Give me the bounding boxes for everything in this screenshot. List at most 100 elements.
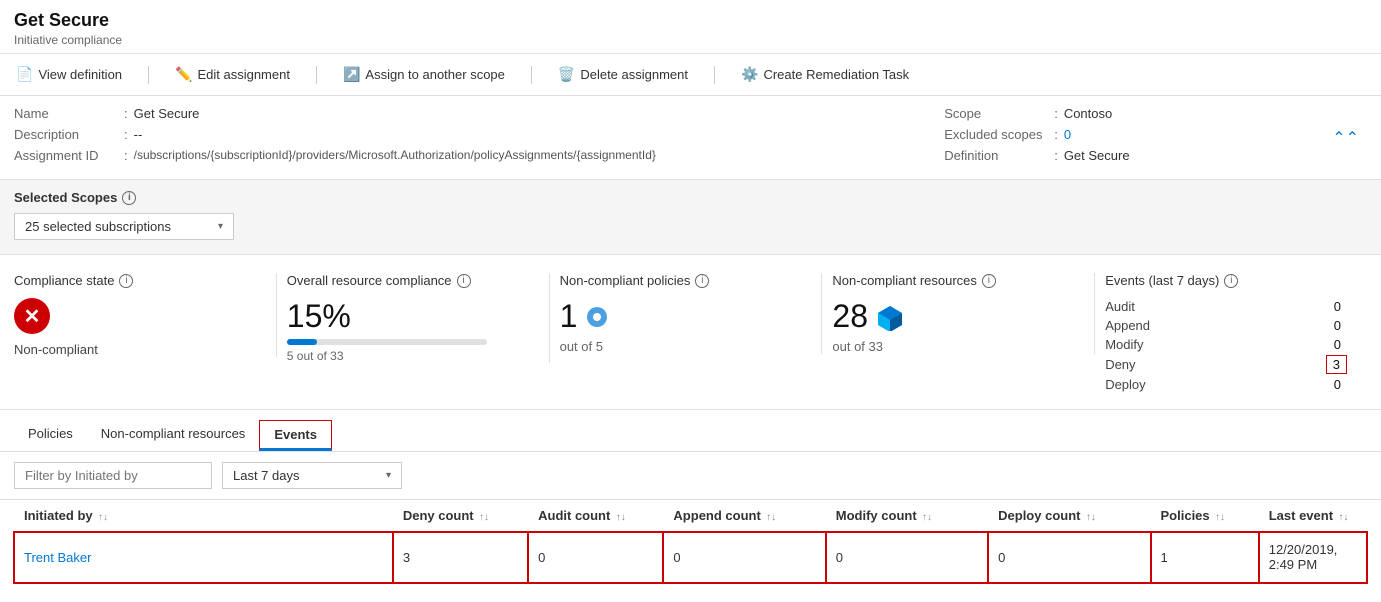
meta-desc-label: Description [14, 127, 124, 142]
col-header-policies[interactable]: Policies ↑↓ [1151, 500, 1259, 532]
policies-count: 1 [560, 298, 578, 335]
table-header-row: Initiated by ↑↓ Deny count ↑↓ Audit coun… [14, 500, 1367, 532]
policies-out-of: out of 5 [560, 339, 802, 354]
meta-desc-row: Description : -- [14, 127, 944, 142]
cell-initiated-by: Trent Baker [14, 532, 393, 583]
meta-assignid-value: /subscriptions/{subscriptionId}/provider… [134, 148, 656, 162]
sort-modify-icon: ↑↓ [922, 512, 932, 523]
resource-cube-icon [876, 303, 904, 331]
compliance-section: Compliance state i ✕ Non-compliant Overa… [0, 255, 1381, 410]
initiated-by-link[interactable]: Trent Baker [24, 550, 91, 565]
delete-assignment-button[interactable]: 🗑️ Delete assignment [556, 62, 690, 87]
progress-fill [287, 339, 317, 345]
edit-assignment-button[interactable]: ✏️ Edit assignment [173, 62, 292, 87]
event-deny-count: 3 [1326, 355, 1347, 374]
scopes-label: Selected Scopes i [14, 190, 1367, 205]
col-header-deny-count[interactable]: Deny count ↑↓ [393, 500, 528, 532]
sort-policies-icon: ↑↓ [1215, 512, 1225, 523]
event-modify-row: Modify 0 [1105, 336, 1347, 353]
time-filter-chevron-icon: ▾ [386, 470, 391, 481]
sort-last-icon: ↑↓ [1338, 512, 1348, 523]
col-header-deploy-count[interactable]: Deploy count ↑↓ [988, 500, 1150, 532]
table-row: Trent Baker 3 0 0 0 0 1 12/20/2019, 2:49… [14, 532, 1367, 583]
overall-percent: 15% [287, 298, 529, 335]
sort-initiated-icon: ↑↓ [98, 512, 108, 523]
time-filter-dropdown[interactable]: Last 7 days ▾ [222, 462, 402, 489]
document-icon: 📄 [16, 66, 33, 83]
resources-count: 28 [832, 298, 868, 335]
event-modify-count: 0 [1328, 336, 1347, 353]
resources-out-of: out of 33 [832, 339, 1074, 354]
meta-name-row: Name : Get Secure [14, 106, 944, 121]
cell-modify-count: 0 [826, 532, 988, 583]
metadata-left: Name : Get Secure Description : -- Assig… [14, 106, 944, 169]
meta-scope-row: Scope : Contoso [944, 106, 1324, 121]
events-block: Events (last 7 days) i Audit 0 Append 0 … [1095, 273, 1367, 395]
meta-name-value: Get Secure [134, 106, 200, 121]
tab-policies[interactable]: Policies [14, 420, 87, 451]
policy-count-display: 1 [560, 298, 802, 335]
compliance-state-title: Compliance state i [14, 273, 256, 288]
toolbar-divider-3 [531, 66, 532, 84]
page-header: Get Secure Initiative compliance [0, 0, 1381, 54]
cell-deploy-count: 0 [988, 532, 1150, 583]
col-header-audit-count[interactable]: Audit count ↑↓ [528, 500, 663, 532]
event-audit-label: Audit [1105, 299, 1165, 314]
col-header-last-event[interactable]: Last event ↑↓ [1259, 500, 1367, 532]
event-deny-label: Deny [1105, 357, 1165, 372]
scopes-section: Selected Scopes i 25 selected subscripti… [0, 180, 1381, 255]
col-header-modify-count[interactable]: Modify count ↑↓ [826, 500, 988, 532]
resource-count-display: 28 [832, 298, 1074, 335]
filter-section: Last 7 days ▾ [0, 452, 1381, 500]
assign-scope-button[interactable]: ↗️ Assign to another scope [341, 62, 507, 87]
create-remediation-button[interactable]: ⚙️ Create Remediation Task [739, 62, 911, 87]
view-definition-button[interactable]: 📄 View definition [14, 62, 124, 87]
non-compliant-resources-title: Non-compliant resources i [832, 273, 1074, 288]
event-audit-count: 0 [1328, 298, 1347, 315]
event-append-row: Append 0 [1105, 317, 1347, 334]
event-deny-row: Deny 3 [1105, 355, 1347, 374]
scopes-dropdown-value: 25 selected subscriptions [25, 219, 171, 234]
cell-policies: 1 [1151, 532, 1259, 583]
meta-desc-value: -- [134, 127, 143, 142]
policies-info-icon: i [695, 274, 709, 288]
policy-icon [585, 305, 609, 329]
tab-events[interactable]: Events [259, 420, 332, 451]
remediation-icon: ⚙️ [741, 66, 758, 83]
compliance-state-value: Non-compliant [14, 342, 256, 357]
col-header-append-count[interactable]: Append count ↑↓ [663, 500, 825, 532]
sort-deploy-icon: ↑↓ [1086, 512, 1096, 523]
meta-name-label: Name [14, 106, 124, 121]
meta-scope-value: Contoso [1064, 106, 1112, 121]
meta-definition-row: Definition : Get Secure [944, 148, 1324, 163]
resources-info-icon: i [982, 274, 996, 288]
cell-audit-count: 0 [528, 532, 663, 583]
events-info-icon: i [1224, 274, 1238, 288]
delete-icon: 🗑️ [558, 66, 575, 83]
meta-excluded-row: Excluded scopes : 0 [944, 127, 1324, 142]
meta-definition-value: Get Secure [1064, 148, 1130, 163]
scopes-chevron-icon: ▾ [218, 221, 223, 232]
event-deploy-label: Deploy [1105, 377, 1165, 392]
meta-assignid-label: Assignment ID [14, 148, 124, 163]
filter-input[interactable] [14, 462, 212, 489]
non-compliant-icon: ✕ [14, 298, 50, 334]
metadata-section: Name : Get Secure Description : -- Assig… [0, 96, 1381, 180]
scopes-dropdown[interactable]: 25 selected subscriptions ▾ [14, 213, 234, 240]
events-title: Events (last 7 days) i [1105, 273, 1347, 288]
meta-excluded-value[interactable]: 0 [1064, 127, 1071, 142]
page-title: Get Secure [14, 10, 1367, 31]
event-append-count: 0 [1328, 317, 1347, 334]
col-header-initiated-by[interactable]: Initiated by ↑↓ [14, 500, 393, 532]
overall-info-icon: i [457, 274, 471, 288]
collapse-button[interactable]: ⌃⌃ [1324, 106, 1367, 169]
tab-non-compliant-resources[interactable]: Non-compliant resources [87, 420, 260, 451]
non-compliant-resources-block: Non-compliant resources i 28 out of 33 [822, 273, 1095, 354]
time-filter-label: Last 7 days [233, 468, 300, 483]
cell-append-count: 0 [663, 532, 825, 583]
edit-icon: ✏️ [175, 66, 192, 83]
progress-bar [287, 339, 487, 345]
event-audit-row: Audit 0 [1105, 298, 1347, 315]
meta-assignid-row: Assignment ID : /subscriptions/{subscrip… [14, 148, 944, 163]
meta-definition-label: Definition [944, 148, 1054, 163]
